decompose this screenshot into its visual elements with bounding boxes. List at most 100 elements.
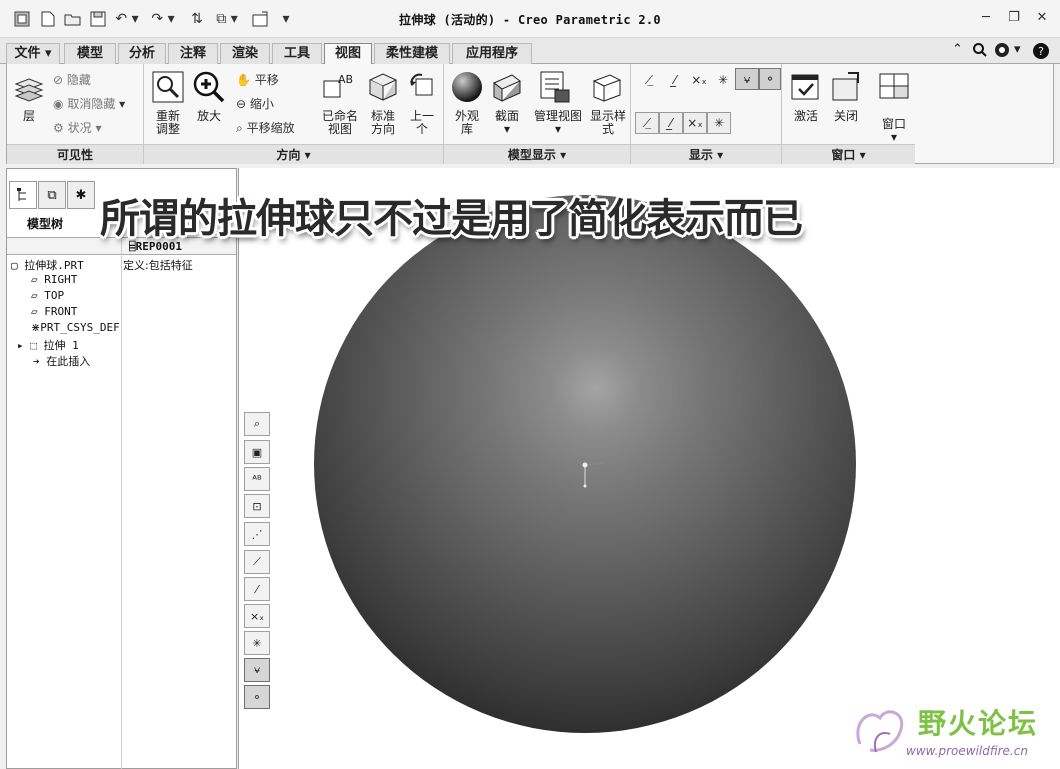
- hide-eye-icon: ⊘: [53, 73, 64, 87]
- plane-tag-display-icon[interactable]: ⟋̲: [635, 112, 659, 134]
- minimize-button[interactable]: ─: [972, 8, 1000, 28]
- appearance-gallery-icon[interactable]: [450, 70, 484, 104]
- help-center-icon[interactable]: ?: [1032, 42, 1050, 60]
- axis-tag-display-icon[interactable]: ⁄̲: [659, 112, 683, 134]
- view-orientation-tool-icon[interactable]: ⋰: [244, 522, 270, 546]
- tab-flexible-modeling[interactable]: 柔性建模: [374, 43, 450, 64]
- tab-model[interactable]: 模型: [64, 43, 116, 64]
- csys-display-icon[interactable]: ✳: [711, 70, 735, 90]
- windows-button[interactable]: 窗口 ▾: [878, 118, 910, 144]
- tab-render[interactable]: 渲染: [220, 43, 270, 64]
- csys-icon: ⋇: [31, 321, 41, 334]
- activate-icon[interactable]: [790, 70, 822, 104]
- group-label-window[interactable]: 窗口 ▾: [782, 144, 915, 164]
- column-separator: [121, 237, 122, 769]
- manage-views-button[interactable]: 管理视图 ▾: [532, 110, 584, 136]
- plane-display-tool-icon[interactable]: ⟋: [244, 550, 270, 574]
- video-caption: 所谓的拉伸球只不过是用了简化表示而已: [100, 196, 803, 242]
- watermark-title: 野火论坛: [918, 707, 1039, 740]
- csys-tag-display-icon[interactable]: ✳: [707, 112, 731, 134]
- group-label-window-text: 窗口: [831, 148, 856, 162]
- minimize-ribbon-icon[interactable]: ⌃: [952, 42, 963, 60]
- group-label-model-display[interactable]: 模型显示 ▾: [444, 144, 630, 164]
- pan-zoom-button[interactable]: ⌕ 平移缩放: [236, 119, 295, 136]
- tab-analysis[interactable]: 分析: [118, 43, 166, 64]
- refit-tool-icon[interactable]: ⌕: [244, 412, 270, 436]
- close-window-large-icon[interactable]: [830, 70, 862, 104]
- unhide-button[interactable]: ◉ 取消隐藏 ▾: [53, 95, 125, 112]
- search-icon[interactable]: [972, 42, 988, 60]
- group-label-orientation[interactable]: 方向 ▾: [144, 144, 443, 164]
- appearance-gallery-button[interactable]: 外观 库: [450, 110, 484, 136]
- tree-item-csys[interactable]: ⋇PRT_CSYS_DEF: [31, 321, 121, 334]
- axis-display-icon[interactable]: ⁄̲: [663, 70, 687, 90]
- zoom-out-button[interactable]: ⊖ 缩小: [236, 95, 274, 112]
- layer-button[interactable]: 层: [17, 110, 41, 123]
- expand-arrow-icon[interactable]: ▸: [17, 339, 24, 352]
- previous-view-icon[interactable]: [408, 70, 438, 102]
- tab-applications[interactable]: 应用程序: [452, 43, 532, 64]
- manage-views-dropdown-icon: ▾: [554, 122, 562, 136]
- previous-view-button[interactable]: 上一 个: [406, 110, 438, 136]
- named-views-tool-icon[interactable]: ᴬᴮ: [244, 467, 270, 491]
- spin-center-display-icon[interactable]: ⚬: [759, 68, 781, 90]
- named-views-icon[interactable]: AB: [322, 70, 356, 102]
- manage-views-icon[interactable]: [538, 70, 572, 104]
- group-label-show[interactable]: 显示 ▾: [631, 144, 781, 164]
- zoom-in-icon[interactable]: [192, 70, 226, 104]
- favorites-icon[interactable]: ✱: [67, 181, 95, 209]
- csys-display-tool-icon[interactable]: ✳: [244, 631, 270, 655]
- status-button[interactable]: ⚙ 状况 ▾: [53, 119, 101, 136]
- tree-item-extrude[interactable]: ▸ ⬚ 拉伸 1: [17, 337, 79, 353]
- close-button[interactable]: ✕: [1028, 8, 1056, 28]
- display-style-button[interactable]: 显示样 式: [588, 110, 628, 136]
- status-label: 状况: [67, 121, 92, 135]
- hide-button[interactable]: ⊘ 隐藏: [53, 71, 91, 88]
- tab-tools[interactable]: 工具: [272, 43, 322, 64]
- named-views-button[interactable]: 已命名 视图: [320, 110, 360, 136]
- display-style-tool-icon[interactable]: ▣: [244, 440, 270, 464]
- pan-button[interactable]: ✋ 平移: [236, 71, 279, 88]
- spin-center-tool-icon[interactable]: ⚬: [244, 685, 270, 709]
- folder-browser-icon[interactable]: ⧉: [38, 181, 66, 209]
- tab-annotate[interactable]: 注释: [168, 43, 218, 64]
- group-label-model-display-text: 模型显示: [507, 148, 556, 162]
- refit-icon[interactable]: [152, 70, 184, 104]
- datum-plane-icon: ▱: [31, 305, 38, 318]
- standard-orientation-button[interactable]: 标准 方向: [366, 110, 400, 136]
- section-button[interactable]: 截面 ▾: [490, 110, 524, 136]
- manage-views-tool-icon[interactable]: ⊡: [244, 494, 270, 518]
- tree-item-front[interactable]: ▱ FRONT: [31, 305, 77, 318]
- refit-button[interactable]: 重新 调整: [150, 110, 186, 136]
- annotation-display-tool-icon[interactable]: ⍱: [244, 658, 270, 682]
- tab-file[interactable]: 文件 ▾: [6, 43, 60, 64]
- help-icon[interactable]: [994, 42, 1012, 60]
- maximize-button[interactable]: ❐: [1000, 8, 1028, 28]
- tab-view[interactable]: 视图: [324, 43, 372, 65]
- point-display-tool-icon[interactable]: ×ₓ: [244, 604, 270, 628]
- close-window-button[interactable]: 关闭: [830, 110, 862, 123]
- activate-button[interactable]: 激活: [790, 110, 822, 123]
- tree-item-top[interactable]: ▱ TOP: [31, 289, 64, 302]
- tree-item-insert-here[interactable]: ➔ 在此插入: [33, 353, 90, 369]
- annotation-display-icon[interactable]: ⍱: [735, 68, 759, 90]
- point-tag-display-icon[interactable]: ×ₓ: [683, 112, 707, 134]
- section-icon[interactable]: [490, 70, 524, 104]
- tree-item-right[interactable]: ▱ RIGHT: [31, 273, 77, 286]
- group-label-orientation-text: 方向: [276, 148, 301, 162]
- plane-display-icon[interactable]: ⟋̲: [637, 70, 661, 90]
- standard-orientation-icon[interactable]: [366, 70, 400, 102]
- tree-item-part[interactable]: ▢ 拉伸球.PRT: [11, 257, 84, 273]
- model-tree-icon[interactable]: [9, 181, 37, 209]
- zoom-in-button[interactable]: 放大: [194, 110, 224, 123]
- status-dropdown-icon: ▾: [95, 121, 102, 135]
- point-display-icon[interactable]: ×ₓ: [687, 70, 711, 90]
- display-style-icon[interactable]: [590, 70, 624, 104]
- windows-icon[interactable]: [878, 70, 910, 104]
- unhide-dropdown-icon: ▾: [119, 97, 126, 111]
- help-center-dropdown[interactable]: ▾: [1014, 42, 1021, 60]
- layer-icon[interactable]: [13, 74, 45, 106]
- axis-display-tool-icon[interactable]: ⁄: [244, 577, 270, 601]
- pan-label: 平移: [254, 73, 279, 87]
- section-dropdown-icon: ▾: [503, 122, 511, 136]
